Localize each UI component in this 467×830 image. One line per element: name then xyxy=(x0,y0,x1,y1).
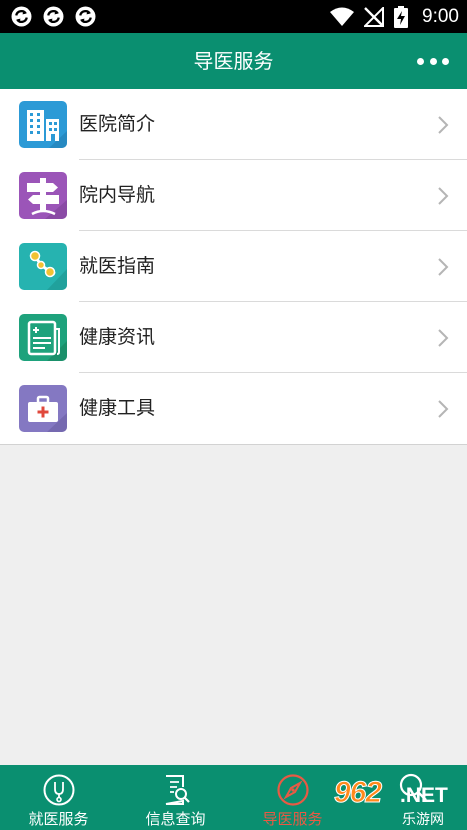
tab-label: 就医服务 xyxy=(28,810,89,828)
status-time: 9:00 xyxy=(422,5,459,27)
chevron-right-icon xyxy=(438,258,449,276)
watermark-domain: .NET xyxy=(400,784,448,807)
more-button[interactable] xyxy=(417,51,449,71)
status-bar: 9:00 xyxy=(0,0,467,33)
hospital-building-icon xyxy=(19,101,67,148)
health-news-icon xyxy=(19,314,67,361)
menu-item-health-tools[interactable]: 健康工具 xyxy=(0,373,467,444)
medical-kit-icon xyxy=(19,385,67,432)
menu-item-label: 就医指南 xyxy=(79,255,156,277)
menu-item-label: 医院简介 xyxy=(79,113,156,135)
signpost-icon xyxy=(19,172,67,219)
menu-item-indoor-navigation[interactable]: 院内导航 xyxy=(0,160,467,231)
wifi-icon xyxy=(330,7,355,26)
tab-medical-service[interactable]: 就医服务 xyxy=(0,765,117,830)
sync-icon xyxy=(43,6,64,27)
tab-label: 信息查询 xyxy=(145,810,206,828)
menu-item-health-news[interactable]: 健康资讯 xyxy=(0,302,467,373)
compass-icon xyxy=(277,774,309,806)
more-dots-icon xyxy=(417,57,424,65)
watermark-text: 乐游网 xyxy=(402,812,444,828)
menu-item-hospital-intro[interactable]: 医院简介 xyxy=(0,89,467,160)
sync-icon xyxy=(75,6,96,27)
stethoscope-icon xyxy=(43,774,75,806)
chevron-right-icon xyxy=(438,329,449,347)
watermark-number: 962 xyxy=(333,776,382,810)
menu-item-label: 健康资讯 xyxy=(79,326,156,348)
chevron-right-icon xyxy=(438,116,449,134)
sync-icon xyxy=(11,6,32,27)
tab-info-query[interactable]: 信息查询 xyxy=(117,765,234,830)
chevron-right-icon xyxy=(438,400,449,418)
menu-item-label: 健康工具 xyxy=(79,397,156,419)
app-header: 导医服务 xyxy=(0,33,467,89)
site-watermark: 962 .NET 乐游网 xyxy=(330,776,464,829)
document-search-icon xyxy=(165,775,190,805)
battery-charging-icon xyxy=(394,5,409,28)
no-signal-icon xyxy=(364,6,385,27)
chevron-right-icon xyxy=(438,187,449,205)
menu-item-label: 院内导航 xyxy=(79,184,156,206)
service-menu-list: 医院简介 院内导航 就医指南 健康资讯 健康工具 xyxy=(0,89,467,445)
page-title: 导医服务 xyxy=(193,49,274,73)
route-icon xyxy=(19,243,67,290)
menu-item-medical-guide[interactable]: 就医指南 xyxy=(0,231,467,302)
